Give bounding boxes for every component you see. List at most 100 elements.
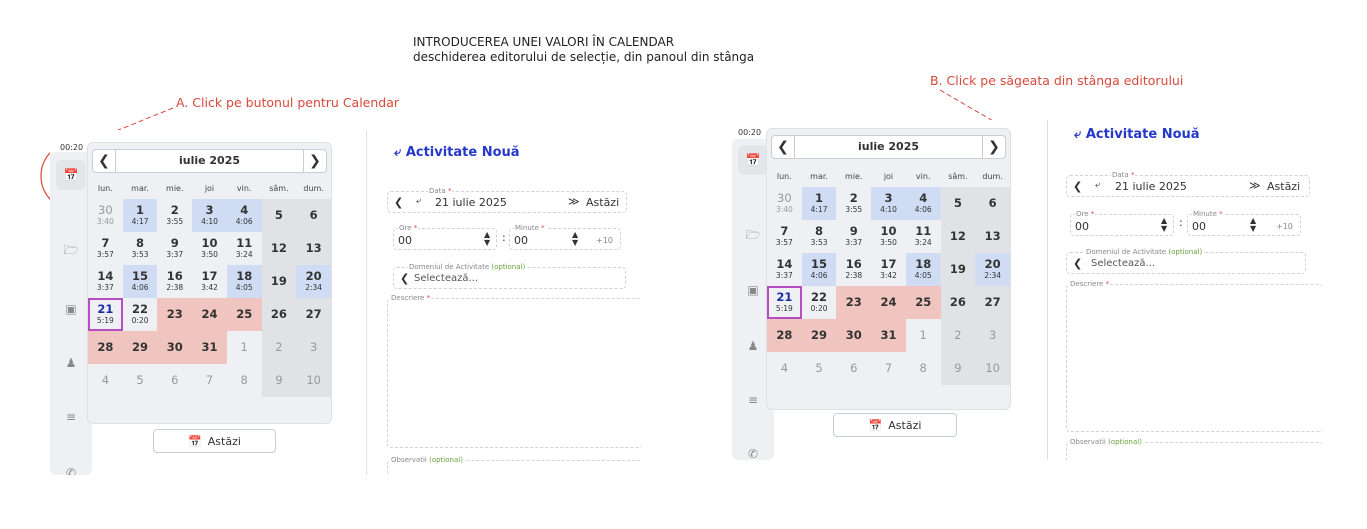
list-icon[interactable]: ≡ bbox=[56, 402, 86, 432]
day-cell[interactable]: 22 0:20 bbox=[123, 298, 158, 331]
day-cell[interactable]: 15 4:06 bbox=[122, 265, 158, 298]
day-cell[interactable]: 9 3:37 bbox=[157, 232, 192, 265]
day-cell[interactable]: 1 4:17 bbox=[801, 187, 837, 220]
day-cell[interactable]: 9 bbox=[940, 352, 976, 385]
month-label[interactable]: iulie 2025 bbox=[115, 150, 304, 172]
day-cell[interactable]: 6 bbox=[157, 364, 192, 397]
hour-stepper[interactable]: ▲ ▼ bbox=[484, 231, 490, 247]
plus10-button[interactable]: +10 bbox=[596, 236, 613, 245]
jump-icon[interactable]: ≫ bbox=[1249, 179, 1261, 192]
day-cell[interactable]: 30 bbox=[157, 331, 193, 364]
day-cell[interactable]: 24 bbox=[871, 286, 906, 319]
day-cell[interactable]: 16 2:38 bbox=[157, 265, 192, 298]
day-cell[interactable]: 7 bbox=[192, 364, 227, 397]
day-cell[interactable]: 7 3:57 bbox=[767, 220, 802, 253]
day-cell[interactable]: 2 3:55 bbox=[836, 187, 871, 220]
day-cell[interactable]: 3 4:10 bbox=[871, 187, 906, 220]
day-cell[interactable]: 21 5:19 bbox=[767, 286, 802, 319]
day-cell[interactable]: 28 bbox=[767, 319, 802, 352]
day-cell[interactable]: 1 4:17 bbox=[122, 199, 158, 232]
day-cell[interactable]: 28 bbox=[88, 331, 123, 364]
day-cell[interactable]: 14 3:37 bbox=[767, 253, 802, 286]
day-cell[interactable]: 10 3:50 bbox=[871, 220, 906, 253]
today-button[interactable]: 📅 Astăzi bbox=[153, 429, 276, 453]
day-cell[interactable]: 12 bbox=[940, 220, 976, 253]
calendar-icon[interactable]: 📅 bbox=[56, 160, 86, 190]
day-cell[interactable]: 8 3:53 bbox=[123, 232, 158, 265]
day-cell[interactable]: 15 4:06 bbox=[801, 253, 837, 286]
prev-month-button[interactable]: ❮ bbox=[93, 153, 115, 169]
day-cell[interactable]: 25 bbox=[226, 298, 262, 331]
day-cell[interactable]: 5 bbox=[123, 364, 158, 397]
day-cell[interactable]: 17 3:42 bbox=[871, 253, 906, 286]
day-cell[interactable]: 6 bbox=[836, 352, 871, 385]
day-cell[interactable]: 2 3:55 bbox=[157, 199, 192, 232]
day-cell[interactable]: 23 bbox=[157, 298, 193, 331]
observatii-field[interactable]: Observatii (optional) bbox=[1066, 438, 1323, 460]
day-cell[interactable]: 20 2:34 bbox=[296, 265, 331, 298]
day-cell[interactable]: 29 bbox=[122, 331, 158, 364]
day-cell[interactable]: 16 2:38 bbox=[836, 253, 871, 286]
next-month-button[interactable]: ❯ bbox=[983, 139, 1005, 155]
domain-prev-button[interactable]: ❮ bbox=[400, 272, 409, 285]
observatii-field[interactable]: Observatii (optional) bbox=[387, 456, 642, 475]
day-cell[interactable]: 6 bbox=[975, 187, 1010, 220]
day-cell[interactable]: 6 bbox=[296, 199, 331, 232]
day-cell[interactable]: 23 bbox=[836, 286, 872, 319]
day-cell[interactable]: 18 4:05 bbox=[226, 265, 262, 298]
day-cell[interactable]: 19 bbox=[261, 265, 297, 298]
date-field[interactable]: Data * ❮ ⤶ 21 iulie 2025 ≫ Astăzi bbox=[387, 187, 627, 213]
day-cell[interactable]: 8 bbox=[227, 364, 262, 397]
phone-icon[interactable]: ✆ bbox=[738, 439, 768, 460]
day-cell[interactable]: 19 bbox=[940, 253, 976, 286]
day-cell[interactable]: 4 bbox=[88, 364, 123, 397]
day-cell[interactable]: 30 3:40 bbox=[767, 187, 802, 220]
day-cell[interactable]: 8 bbox=[906, 352, 941, 385]
day-cell[interactable]: 3 4:10 bbox=[192, 199, 227, 232]
hour-field[interactable]: Ore * 00 ▲ ▼ bbox=[393, 224, 497, 250]
next-month-button[interactable]: ❯ bbox=[304, 153, 326, 169]
day-cell[interactable]: 26 bbox=[940, 286, 976, 319]
comment-icon[interactable]: ▣ bbox=[56, 294, 86, 324]
minute-field[interactable]: Minute * 00 ▲ ▼ +10 bbox=[1187, 210, 1301, 236]
prev-month-button[interactable]: ❮ bbox=[772, 139, 794, 155]
domain-field[interactable]: Domeniul de Activitate (optional) ❮ Sele… bbox=[393, 263, 626, 289]
day-cell[interactable]: 21 5:19 bbox=[88, 298, 123, 331]
day-cell[interactable]: 30 3:40 bbox=[88, 199, 123, 232]
day-cell[interactable]: 5 bbox=[261, 199, 297, 232]
day-cell[interactable]: 7 bbox=[871, 352, 906, 385]
day-cell[interactable]: 13 bbox=[975, 220, 1010, 253]
day-cell[interactable]: 31 bbox=[192, 331, 227, 364]
day-cell[interactable]: 2 bbox=[940, 319, 976, 352]
day-cell[interactable]: 7 3:57 bbox=[88, 232, 123, 265]
description-field[interactable]: Descriere * bbox=[1066, 280, 1323, 432]
day-cell[interactable]: 13 bbox=[296, 232, 331, 265]
day-cell[interactable]: 4 4:06 bbox=[226, 199, 262, 232]
date-field[interactable]: Data * ❮ ⤶ 21 iulie 2025 ≫ Astăzi bbox=[1066, 171, 1310, 197]
domain-prev-button[interactable]: ❮ bbox=[1073, 257, 1082, 270]
list-icon[interactable]: ≡ bbox=[738, 385, 768, 415]
today-button[interactable]: 📅 Astăzi bbox=[833, 413, 957, 437]
day-cell[interactable]: 9 bbox=[261, 364, 297, 397]
description-field[interactable]: Descriere * bbox=[387, 294, 642, 448]
month-label[interactable]: iulie 2025 bbox=[794, 136, 983, 158]
calendar-icon[interactable]: 📅 bbox=[738, 145, 768, 175]
day-cell[interactable]: 31 bbox=[871, 319, 906, 352]
day-cell[interactable]: 3 bbox=[975, 319, 1010, 352]
day-cell[interactable]: 11 3:24 bbox=[906, 220, 941, 253]
users-icon[interactable]: ♟ bbox=[56, 348, 86, 378]
day-cell[interactable]: 10 bbox=[975, 352, 1010, 385]
day-cell[interactable]: 22 0:20 bbox=[802, 286, 837, 319]
folder-icon[interactable]: 🗁 bbox=[738, 221, 768, 251]
day-cell[interactable]: 5 bbox=[802, 352, 837, 385]
plus10-button[interactable]: +10 bbox=[1276, 222, 1293, 231]
folder-icon[interactable]: 🗁 bbox=[56, 236, 86, 266]
date-today-button[interactable]: Astăzi bbox=[1267, 180, 1300, 193]
day-cell[interactable]: 10 3:50 bbox=[192, 232, 227, 265]
day-cell[interactable]: 14 3:37 bbox=[88, 265, 123, 298]
hour-field[interactable]: Ore * 00 ▲ ▼ bbox=[1070, 210, 1174, 236]
day-cell[interactable]: 20 2:34 bbox=[975, 253, 1010, 286]
day-cell[interactable]: 11 3:24 bbox=[227, 232, 262, 265]
day-cell[interactable]: 1 bbox=[906, 319, 941, 352]
day-cell[interactable]: 27 bbox=[975, 286, 1010, 319]
